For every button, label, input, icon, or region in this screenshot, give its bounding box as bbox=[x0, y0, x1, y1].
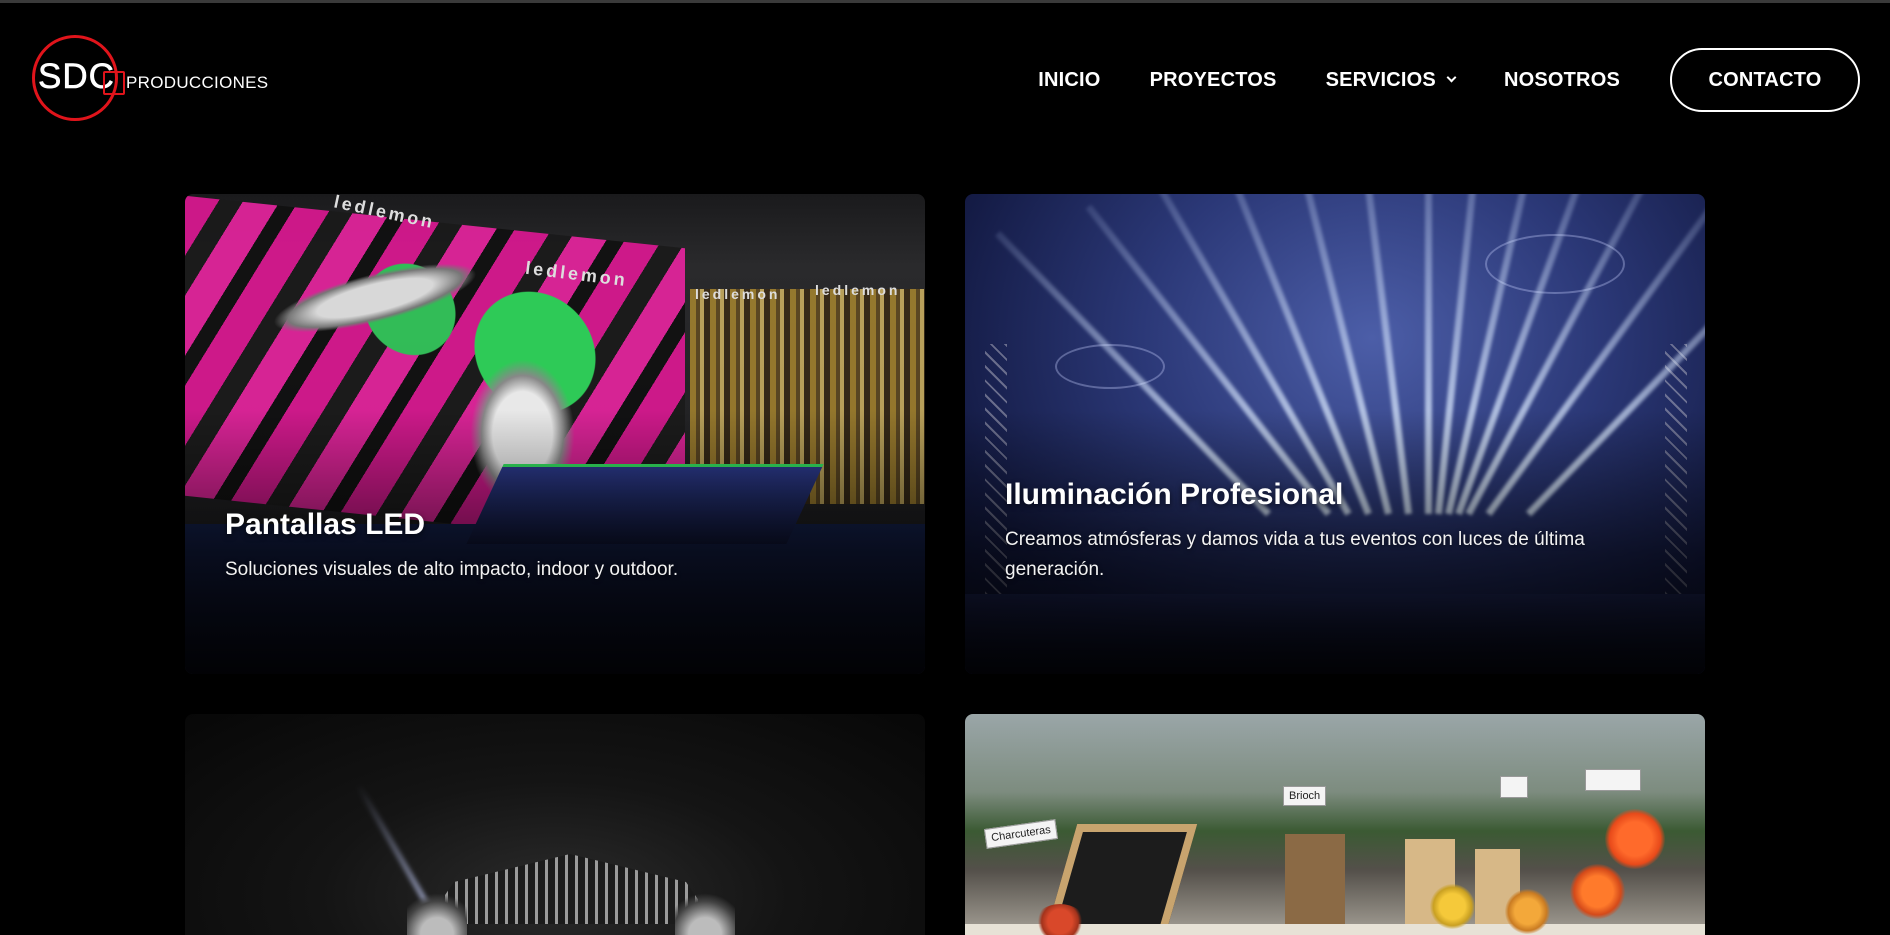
fruit-graphic bbox=[1605, 809, 1665, 869]
stage-speaker-graphic bbox=[407, 889, 467, 935]
stage-speaker-graphic bbox=[675, 889, 735, 935]
card-overlay bbox=[185, 194, 925, 674]
nav-item-nosotros[interactable]: NOSOTROS bbox=[1504, 69, 1620, 92]
service-card-escenarios[interactable] bbox=[185, 714, 925, 935]
nav-item-label: PROYECTOS bbox=[1149, 68, 1277, 91]
nav-item-proyectos[interactable]: PROYECTOS bbox=[1150, 69, 1277, 92]
chevron-down-icon bbox=[1446, 72, 1457, 83]
nav-item-label: NOSOTROS bbox=[1503, 68, 1620, 91]
food-sign: Charcuteras bbox=[983, 819, 1058, 849]
fruit-graphic bbox=[1035, 904, 1085, 935]
card-description: Creamos atmósferas y damos vida a tus ev… bbox=[1005, 529, 1585, 580]
food-sign: Brioch bbox=[1283, 786, 1327, 806]
site-header: SDC PRODUCCIONES INICIO PROYECTOS SERVIC… bbox=[0, 3, 1890, 153]
main-nav: INICIO PROYECTOS SERVICIOS NOSOTROS CONT… bbox=[1038, 48, 1860, 112]
service-card-image bbox=[185, 714, 925, 935]
logo-sub-text: PRODUCCIONES bbox=[126, 73, 269, 92]
food-sign-blank bbox=[1500, 776, 1528, 798]
contact-button[interactable]: CONTACTO bbox=[1670, 48, 1860, 112]
nav-item-label: INICIO bbox=[1038, 68, 1101, 91]
stage-roof-graphic bbox=[425, 854, 715, 924]
card-description: Soluciones visuales de alto impacto, ind… bbox=[225, 559, 679, 580]
fruit-graphic bbox=[1430, 884, 1475, 929]
food-sign-blank bbox=[1585, 769, 1641, 791]
card-title: Pantallas LED bbox=[225, 508, 426, 541]
nav-item-label: SERVICIOS bbox=[1325, 68, 1436, 91]
nav-item-inicio[interactable]: INICIO bbox=[1038, 69, 1100, 92]
nav-item-servicios[interactable]: SERVICIOS bbox=[1325, 68, 1457, 92]
card-title: Iluminación Profesional bbox=[1005, 478, 1344, 511]
logo-p-box bbox=[103, 71, 125, 95]
logo[interactable]: SDC PRODUCCIONES bbox=[30, 33, 270, 125]
food-stand-graphic bbox=[1285, 834, 1345, 935]
fruit-graphic bbox=[1505, 889, 1550, 934]
service-card-pantallas-led[interactable]: ledlemon ledlemon ledlemon ledlemon Pant… bbox=[185, 194, 925, 674]
service-card-catering[interactable]: Charcuteras Brioch bbox=[965, 714, 1705, 935]
fruit-graphic bbox=[1570, 864, 1625, 919]
service-card-image: Charcuteras Brioch bbox=[965, 714, 1705, 935]
page: SDC PRODUCCIONES INICIO PROYECTOS SERVIC… bbox=[0, 0, 1890, 935]
card-overlay bbox=[965, 194, 1705, 674]
service-card-iluminacion[interactable]: Iluminación Profesional Creamos atmósfer… bbox=[965, 194, 1705, 674]
